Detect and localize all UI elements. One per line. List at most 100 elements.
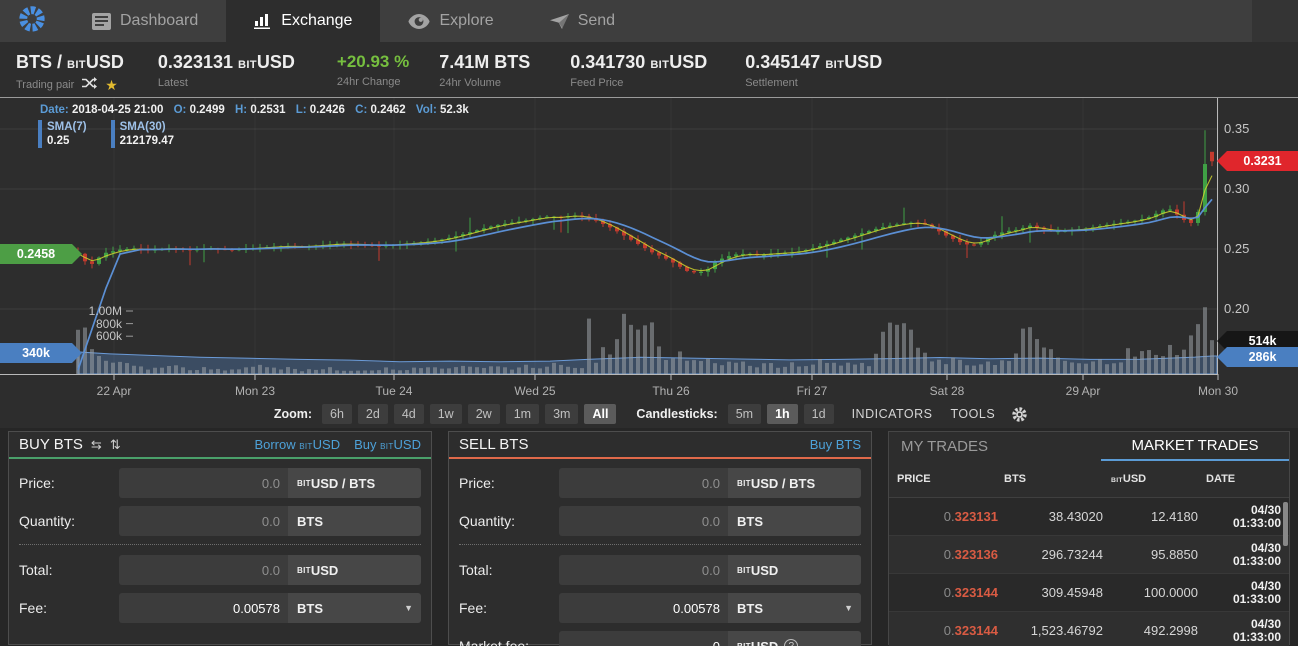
zoom-all[interactable]: All [584, 404, 617, 424]
sell-price-label: Price: [459, 475, 495, 491]
col-bts: BTS [1004, 473, 1026, 485]
nav-send[interactable]: Send [522, 0, 643, 42]
zoom-4d[interactable]: 4d [393, 404, 424, 424]
last-price-badge: 0.3231 [1217, 151, 1298, 171]
time-tick-label: Fri 27 [796, 384, 828, 398]
divider [459, 544, 861, 545]
help-question-icon[interactable]: ? [784, 639, 799, 646]
sell-fee-input[interactable] [559, 593, 728, 623]
volume-block: 7.41M BTS 24hr Volume [439, 52, 530, 89]
trade-row[interactable]: 0.323136 296.73244 95.8850 04/30 01:33:00 [889, 536, 1289, 574]
interval-1d[interactable]: 1d [803, 404, 834, 424]
chart-settings-gear-icon[interactable] [1011, 406, 1028, 423]
buy-total-input[interactable] [119, 555, 288, 585]
tools-button[interactable]: TOOLS [951, 407, 996, 421]
trading-pair-value: BTS / BITUSD [16, 52, 124, 72]
chart-controls: Zoom: 6h 2d 4d 1w 2w 1m 3m All Candlesti… [0, 400, 1298, 428]
exchange-chart-icon [254, 13, 272, 29]
ohlc-legend: Date: 2018-04-25 21:00 O: 0.2499 H: 0.25… [40, 104, 469, 116]
latest-price-sub: Latest [157, 77, 188, 89]
change-block: +20.93 % 24hr Change [337, 52, 409, 88]
change-sub: 24hr Change [336, 76, 401, 88]
zoom-1m[interactable]: 1m [505, 404, 540, 424]
sma7-legend[interactable]: SMA(7) 0.25 [38, 120, 87, 148]
time-tick-label: 29 Apr [1065, 384, 1101, 398]
buy-total-unit: BIT USD [288, 555, 421, 585]
time-tick-label: Mon 23 [234, 384, 276, 398]
swap-horizontal-icon[interactable]: ⇆ [91, 437, 102, 453]
buy-price-input[interactable] [119, 468, 288, 498]
sell-price-input[interactable] [559, 468, 728, 498]
zoom-2d[interactable]: 2d [357, 404, 388, 424]
interval-5m[interactable]: 5m [727, 404, 762, 424]
sell-fee-label: Fee: [459, 600, 488, 616]
bitshares-logo[interactable] [0, 0, 64, 42]
trades-rows: 0.323131 38.43020 12.4180 04/30 01:33:00 … [889, 498, 1289, 646]
zoom-3m[interactable]: 3m [545, 404, 579, 424]
zoom-2w[interactable]: 2w [467, 404, 500, 424]
zoom-6h[interactable]: 6h [322, 404, 352, 424]
price-tick-label: 0.25 [1224, 241, 1250, 256]
trading-pair-sub: Trading pair [16, 78, 75, 91]
trades-scrollbar[interactable] [1283, 502, 1288, 546]
tab-market-trades[interactable]: MARKET TRADES [1101, 432, 1289, 461]
buy-panel-title: BUY BTS [19, 436, 83, 453]
volume-badge-blue: 286k [1217, 347, 1298, 367]
caret-down-icon: ▼ [404, 603, 413, 613]
feed-price-sub: Feed Price [570, 77, 624, 89]
sell-total-unit: BIT USD [728, 555, 861, 585]
trade-row[interactable]: 0.323144 309.45948 100.0000 04/30 01:33:0… [889, 574, 1289, 612]
exchange-app: Dashboard Exchange Explore Send BTS / BI… [0, 0, 1298, 646]
volume-sub: 24hr Volume [439, 77, 501, 89]
indicators-button[interactable]: INDICATORS [852, 407, 933, 421]
divider [19, 544, 421, 545]
col-bitusd: BITUSD [1111, 473, 1147, 485]
sell-market-fee-unit: BIT USD? [728, 631, 861, 646]
market-header: BTS / BITUSD Trading pair ★ 0.323131 BIT… [0, 42, 1298, 98]
trading-pair-block[interactable]: BTS / BITUSD Trading pair ★ [16, 52, 124, 92]
nav-dashboard[interactable]: Dashboard [64, 0, 226, 42]
sell-quantity-label: Quantity: [459, 513, 516, 529]
feed-price-block: 0.341730 BITUSD Feed Price [570, 52, 708, 89]
borrow-bitusd-link[interactable]: Borrow BITUSD [254, 437, 340, 452]
buy-bts-link[interactable]: Buy BTS [810, 437, 861, 452]
sell-quantity-input[interactable] [559, 506, 728, 536]
candlesticks-label: Candlesticks: [636, 407, 718, 421]
order-panels: BUY BTS ⇆ ⇅ Borrow BITUSD Buy BITUSD Pri… [0, 431, 1298, 646]
time-tick-label: Wed 25 [514, 384, 556, 398]
open-price-badge: 0.2458 [0, 244, 82, 264]
sell-fee-asset-select[interactable]: BTS ▼ [728, 593, 861, 623]
eye-icon [408, 13, 431, 29]
buy-price-label: Price: [19, 475, 55, 491]
buy-quantity-input[interactable] [119, 506, 288, 536]
swap-vertical-icon[interactable]: ⇅ [110, 437, 121, 453]
buy-total-label: Total: [19, 562, 53, 578]
buy-quantity-unit: BTS [288, 506, 421, 536]
nav-explore[interactable]: Explore [380, 0, 521, 42]
price-chart[interactable]: Date: 2018-04-25 21:00 O: 0.2499 H: 0.25… [0, 98, 1298, 428]
settlement-sub: Settlement [745, 77, 798, 89]
top-nav: Dashboard Exchange Explore Send [0, 0, 1298, 42]
col-date: DATE [1206, 473, 1236, 485]
buy-quantity-label: Quantity: [19, 513, 76, 529]
buy-fee-asset-select[interactable]: BTS ▼ [288, 593, 421, 623]
time-tick-label: 22 Apr [96, 384, 132, 398]
buy-bitusd-link[interactable]: Buy BITUSD [354, 437, 421, 452]
sell-total-input[interactable] [559, 555, 728, 585]
trade-row[interactable]: 0.323144 1,523.46792 492.2998 04/30 01:33… [889, 612, 1289, 646]
favorite-star-icon[interactable]: ★ [105, 78, 118, 92]
sma30-legend[interactable]: SMA(30) 212179.47 [110, 120, 174, 148]
volume-value: 7.41M BTS [439, 52, 531, 72]
nav-dashboard-label: Dashboard [120, 12, 199, 29]
interval-1h[interactable]: 1h [767, 404, 798, 424]
nav-exchange[interactable]: Exchange [226, 0, 381, 42]
buy-fee-input[interactable] [119, 593, 288, 623]
sell-total-label: Total: [459, 562, 493, 578]
latest-price-block: 0.323131 BITUSD Latest [157, 52, 295, 89]
trade-row[interactable]: 0.323131 38.43020 12.4180 04/30 01:33:00 [889, 498, 1289, 536]
flip-pair-icon[interactable] [82, 77, 98, 92]
tab-my-trades[interactable]: MY TRADES [889, 432, 1101, 461]
buy-fee-label: Fee: [19, 600, 48, 616]
zoom-1w[interactable]: 1w [429, 404, 462, 424]
candlestick-chart-svg[interactable] [0, 98, 1298, 382]
